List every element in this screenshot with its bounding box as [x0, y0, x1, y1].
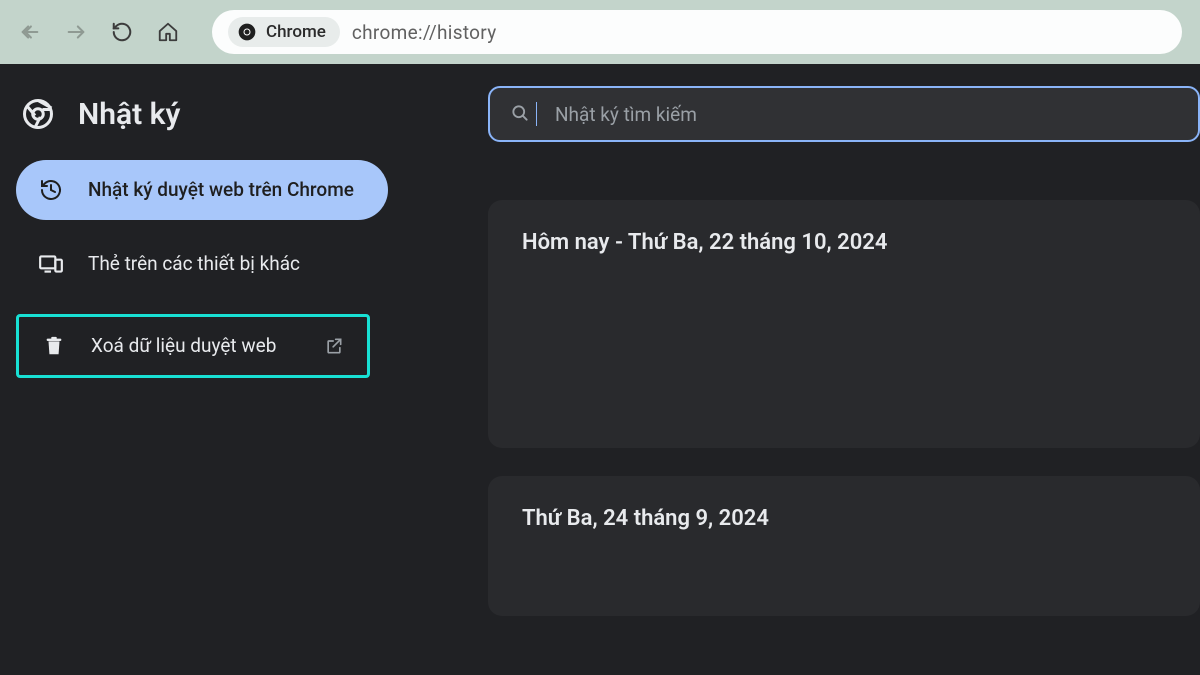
chrome-logo-icon [236, 21, 258, 43]
chrome-outline-icon [20, 96, 56, 132]
site-chip-label: Chrome [266, 22, 326, 42]
site-chip[interactable]: Chrome [228, 17, 340, 47]
main-content: Hôm nay - Thứ Ba, 22 tháng 10, 2024 Thứ … [488, 64, 1200, 675]
open-external-icon [323, 335, 345, 357]
sidebar-item-clear-browsing-data[interactable]: Xoá dữ liệu duyệt web [16, 314, 370, 378]
home-button[interactable] [156, 20, 180, 44]
search-icon [510, 103, 532, 125]
history-group-title: Thứ Ba, 24 tháng 9, 2024 [522, 506, 1166, 531]
sidebar-item-label: Nhật ký duyệt web trên Chrome [88, 178, 354, 202]
search-box[interactable] [488, 86, 1200, 142]
history-group-title: Hôm nay - Thứ Ba, 22 tháng 10, 2024 [522, 230, 1166, 255]
sidebar-item-label: Thẻ trên các thiết bị khác [88, 252, 300, 276]
devices-icon [38, 251, 64, 277]
search-input[interactable] [555, 103, 1178, 126]
history-group-card: Thứ Ba, 24 tháng 9, 2024 [488, 476, 1200, 616]
sidebar-item-chrome-history[interactable]: Nhật ký duyệt web trên Chrome [16, 160, 388, 220]
history-icon [38, 177, 64, 203]
browser-toolbar: Chrome chrome://history [0, 0, 1200, 64]
sidebar-item-tabs-other-devices[interactable]: Thẻ trên các thiết bị khác [16, 234, 388, 294]
text-cursor [536, 102, 537, 126]
back-button[interactable] [18, 20, 42, 44]
address-bar[interactable]: Chrome chrome://history [212, 10, 1182, 54]
reload-button[interactable] [110, 20, 134, 44]
forward-button[interactable] [64, 20, 88, 44]
sidebar-item-label: Xoá dữ liệu duyệt web [91, 334, 276, 358]
url-text: chrome://history [352, 21, 497, 44]
page-title: Nhật ký [78, 97, 180, 132]
sidebar: Nhật ký Nhật ký duyệt web trên Chrome Th… [0, 64, 488, 675]
history-group-card: Hôm nay - Thứ Ba, 22 tháng 10, 2024 [488, 200, 1200, 448]
trash-icon [41, 333, 67, 359]
page-header: Nhật ký [10, 88, 468, 160]
